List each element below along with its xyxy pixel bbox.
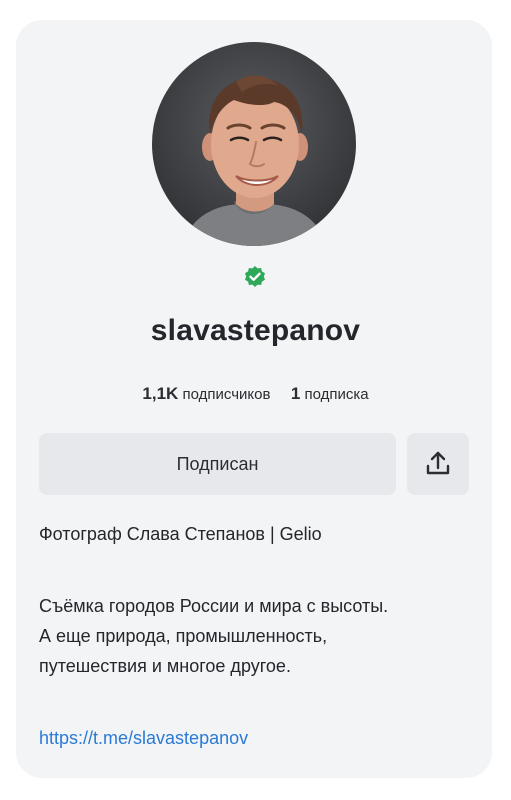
share-upload-icon	[426, 451, 450, 475]
bio-title: Фотограф Слава Степанов | Gelio	[39, 524, 322, 544]
following-count[interactable]: 1	[291, 384, 300, 403]
subscribe-button[interactable]: Подписан	[39, 433, 396, 495]
followers-label[interactable]: подписчиков	[183, 386, 271, 403]
subscribe-button-label: Подписан	[176, 453, 259, 474]
username: slavastepanov	[150, 314, 361, 347]
bio-description: Съёмка городов России и мира с высоты. А…	[39, 591, 479, 681]
followers-count[interactable]: 1,1K	[142, 384, 178, 403]
share-button[interactable]	[407, 433, 469, 495]
bio-line: Съёмка городов России и мира с высоты.	[39, 596, 389, 616]
bio-line: А еще природа, промышленность,	[39, 626, 328, 646]
profile-link[interactable]: https://t.me/slavastepanov	[39, 728, 248, 749]
bio-line: путешествия и многое другое.	[39, 656, 291, 676]
verified-badge-icon	[243, 265, 267, 289]
profile-stats: 1,1K подписчиков 1 подписка	[0, 384, 511, 404]
following-label[interactable]: подписка	[304, 386, 368, 403]
avatar[interactable]	[152, 42, 356, 246]
